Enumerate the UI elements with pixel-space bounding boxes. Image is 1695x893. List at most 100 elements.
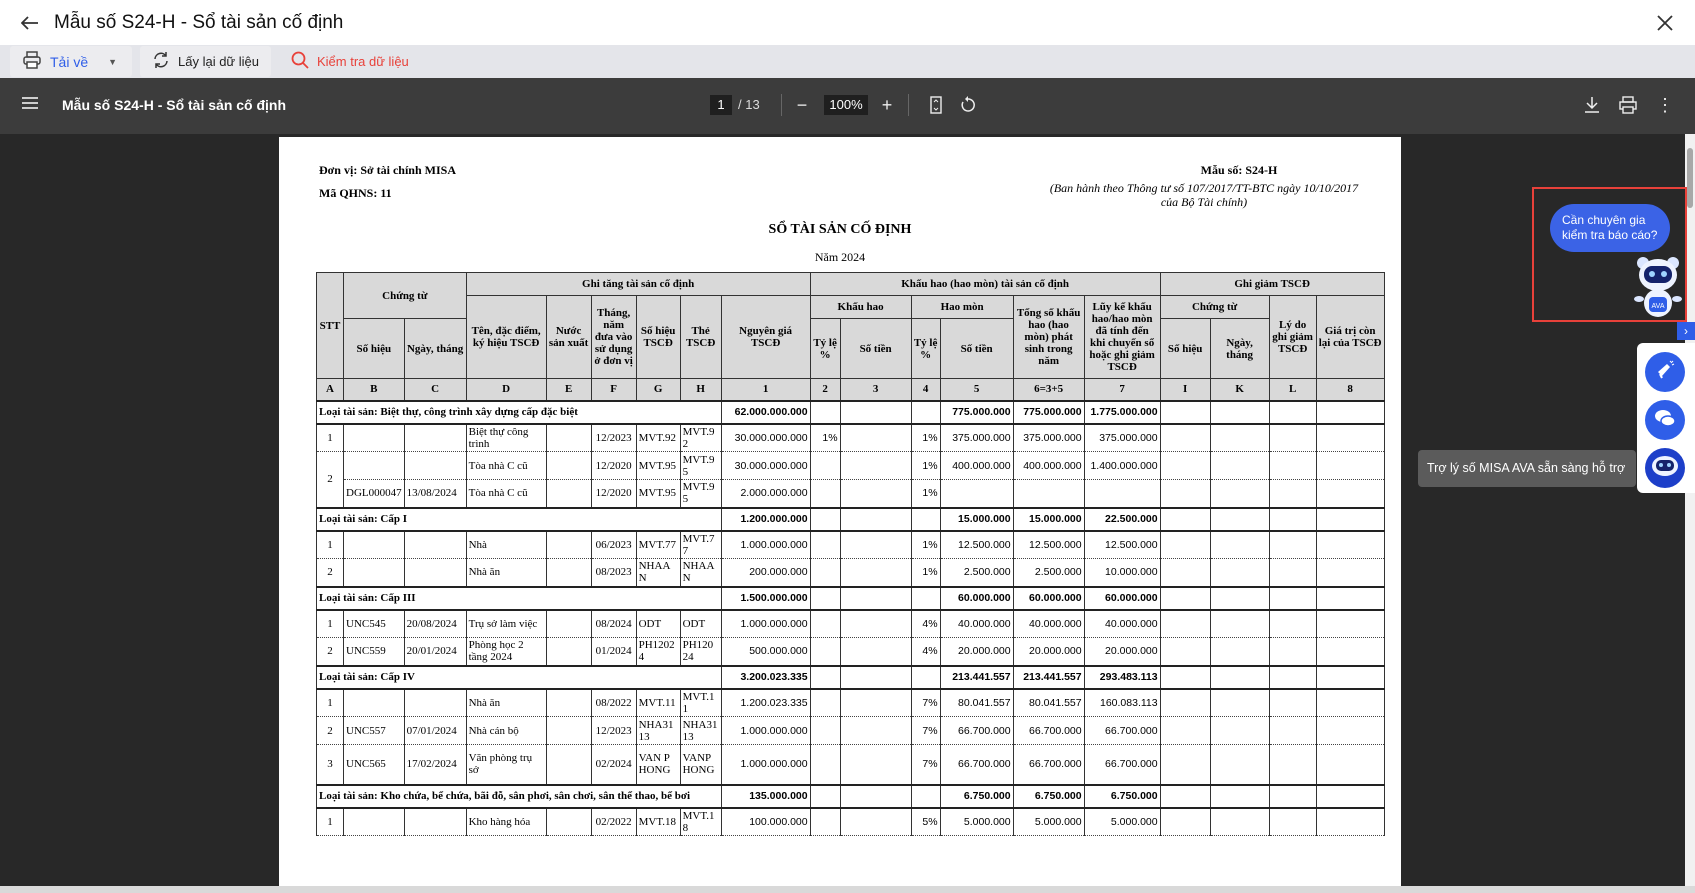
print-icon[interactable] bbox=[1617, 94, 1639, 116]
svg-text:AVA: AVA bbox=[1652, 303, 1665, 310]
kh-ty-le-cell bbox=[809, 716, 841, 745]
column-letter: 6=3+5 bbox=[1012, 378, 1085, 401]
check-label: Kiểm tra dữ liệu bbox=[316, 54, 409, 69]
nuoc-cell bbox=[545, 451, 592, 480]
ten-tscd-cell: Văn phòng trụ sở bbox=[465, 744, 547, 785]
ten-tscd-cell: Nhà cán bộ bbox=[465, 716, 547, 745]
download-button[interactable]: Tải về ▼ bbox=[10, 46, 132, 77]
ghi-giam-cell bbox=[1315, 558, 1385, 587]
zoom-input[interactable]: 100% bbox=[824, 95, 868, 115]
document-year: Năm 2024 bbox=[814, 250, 866, 264]
more-options-icon[interactable]: ⋮ bbox=[1654, 94, 1676, 116]
empty-cell bbox=[839, 399, 912, 425]
header-khau-hao: Khấu hao bbox=[809, 295, 912, 319]
nuoc-cell bbox=[545, 609, 592, 638]
empty-cell bbox=[1209, 399, 1270, 425]
nuoc-cell bbox=[545, 530, 592, 559]
window-title: Mẫu số S24-H - Sổ tài sản cố định bbox=[54, 11, 344, 33]
chat-button[interactable] bbox=[1645, 400, 1685, 440]
hm-so-tien-cell: 12.500.000 bbox=[939, 530, 1014, 559]
table-row: 1 Nhà ăn 08/2022 MVT.11 MVT.11 1.200.023.335 7… bbox=[316, 688, 1385, 717]
luy-ke-cell bbox=[1083, 479, 1161, 508]
so-hieu-cell bbox=[343, 558, 405, 587]
header-gg-ngay: Ngày, tháng bbox=[1209, 318, 1270, 379]
thang-nam-cell: 12/2020 bbox=[590, 451, 637, 480]
group-label: Loại tài sản: Cấp I bbox=[316, 506, 722, 532]
stt-cell: 1 bbox=[316, 688, 344, 717]
header-tong: Tổng số khấu hao (hao mòn) phát sinh tro… bbox=[1012, 295, 1085, 379]
scrollbar-thumb[interactable] bbox=[1687, 148, 1693, 208]
group-hm-so-tien: 6.750.000 bbox=[939, 783, 1014, 809]
ava-robot-icon[interactable]: AVA bbox=[1633, 255, 1683, 321]
ava-assistant-button[interactable] bbox=[1645, 448, 1685, 488]
download-icon[interactable] bbox=[1581, 94, 1603, 116]
table-row: 3 UNC565 17/02/2024 Văn phòng trụ sở 02/2024… bbox=[316, 744, 1385, 785]
zoom-out-icon[interactable]: − bbox=[791, 94, 813, 116]
group-row: Loại tài sản: Cấp III 1.500.000.000 60.000… bbox=[316, 585, 1385, 611]
kh-so-tien-cell bbox=[839, 609, 912, 638]
stt-cell: 1 bbox=[316, 609, 344, 638]
thang-nam-cell: 12/2023 bbox=[590, 423, 637, 452]
hm-so-tien-cell: 66.700.000 bbox=[939, 744, 1014, 785]
close-icon[interactable] bbox=[1653, 11, 1677, 35]
luy-ke-cell: 5.000.000 bbox=[1083, 807, 1161, 836]
fixed-asset-ledger-table: STT Chứng từ Ghi tăng tài sản cố định Kh… bbox=[316, 272, 1385, 836]
tong-cell: 66.700.000 bbox=[1012, 716, 1085, 745]
kh-ty-le-cell bbox=[809, 688, 841, 717]
unit-name: Đơn vị: Sở tài chính MISA bbox=[319, 163, 456, 177]
stt-cell: 2 bbox=[316, 637, 344, 666]
horizontal-scrollbar[interactable] bbox=[0, 886, 1695, 893]
hm-so-tien-cell: 20.000.000 bbox=[939, 637, 1014, 666]
group-row: Loại tài sản: Cấp IV 3.200.023.335 213.441… bbox=[316, 664, 1385, 690]
assistant-speech-bubble[interactable]: Cần chuyên gia kiểm tra báo cáo? bbox=[1550, 204, 1670, 252]
empty-cell bbox=[910, 664, 941, 690]
kh-ty-le-cell bbox=[809, 744, 841, 785]
group-hm-so-tien: 775.000.000 bbox=[939, 399, 1014, 425]
so-hieu-tscd-cell: VAN PHONG bbox=[635, 744, 681, 785]
menu-icon[interactable] bbox=[22, 96, 40, 116]
column-letter: K bbox=[1209, 378, 1270, 401]
thang-nam-cell: 12/2020 bbox=[590, 479, 637, 508]
announcement-button[interactable] bbox=[1645, 352, 1685, 392]
header-ngay-thang: Ngày, tháng bbox=[403, 318, 467, 379]
ghi-giam-cell bbox=[1315, 716, 1385, 745]
collapse-chevron-icon[interactable]: › bbox=[1677, 322, 1695, 340]
header-khau-hao-group: Khấu hao (hao mòn) tài sản cố định bbox=[809, 272, 1161, 296]
nguyen-gia-cell: 1.200.023.335 bbox=[720, 688, 811, 717]
tong-cell: 2.500.000 bbox=[1012, 558, 1085, 587]
ngay-cell bbox=[403, 530, 467, 559]
empty-cell bbox=[1159, 664, 1211, 690]
refresh-icon bbox=[152, 51, 170, 72]
ghi-giam-cell bbox=[1159, 530, 1211, 559]
assistant-tooltip: Trợ lý số MISA AVA sẵn sàng hỗ trợ bbox=[1418, 450, 1636, 487]
page-number-input[interactable]: 1 bbox=[710, 95, 732, 115]
luy-ke-cell: 66.700.000 bbox=[1083, 716, 1161, 745]
nuoc-cell bbox=[545, 558, 592, 587]
kh-ty-le-cell bbox=[809, 451, 841, 480]
empty-cell bbox=[839, 664, 912, 690]
refresh-data-button[interactable]: Lấy lại dữ liệu bbox=[140, 46, 271, 77]
column-letter: H bbox=[679, 378, 722, 401]
empty-cell bbox=[1268, 783, 1317, 809]
check-data-button[interactable]: Kiểm tra dữ liệu bbox=[279, 46, 421, 77]
stt-cell: 1 bbox=[316, 807, 344, 836]
empty-cell bbox=[1268, 399, 1317, 425]
kh-so-tien-cell bbox=[839, 530, 912, 559]
ghi-giam-cell bbox=[1159, 451, 1211, 480]
group-luy-ke: 22.500.000 bbox=[1083, 506, 1161, 532]
group-label: Loại tài sản: Kho chứa, bể chứa, bãi đỗ,… bbox=[316, 783, 722, 809]
ghi-giam-cell bbox=[1268, 609, 1317, 638]
ngay-cell bbox=[403, 807, 467, 836]
nuoc-cell bbox=[545, 744, 592, 785]
nuoc-cell bbox=[545, 807, 592, 836]
empty-cell bbox=[839, 585, 912, 611]
header-hm-so-tien: Số tiền bbox=[939, 318, 1014, 379]
back-arrow-icon[interactable] bbox=[18, 11, 42, 35]
rotate-icon[interactable] bbox=[957, 94, 979, 116]
total-pages: / 13 bbox=[738, 97, 760, 112]
header-hm-ty-le: Tỷ lệ % bbox=[910, 318, 941, 379]
ten-tscd-cell: Nhà bbox=[465, 530, 547, 559]
chevron-down-icon[interactable]: ▼ bbox=[108, 57, 117, 67]
fit-page-icon[interactable] bbox=[925, 94, 947, 116]
zoom-in-icon[interactable]: + bbox=[876, 94, 898, 116]
